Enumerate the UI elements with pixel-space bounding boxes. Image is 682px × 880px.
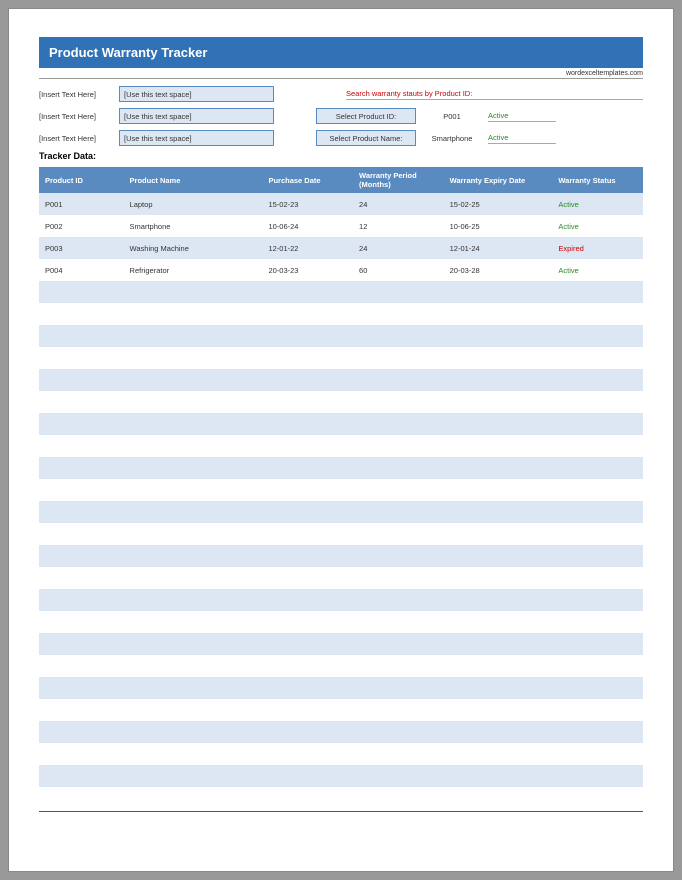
cell-product-id: P004 [39, 259, 124, 281]
cell-product-id: P001 [39, 193, 124, 215]
meta-row-2: [Insert Text Here] [Use this text space]… [39, 107, 643, 125]
cell-warranty-period: 60 [353, 259, 444, 281]
selected-product-name: Smartphone [416, 134, 488, 143]
table-row-empty [39, 743, 643, 765]
col-expiry-date: Warranty Expiry Date [444, 167, 553, 193]
cell-product-name: Laptop [124, 193, 263, 215]
status-product-id: Active [488, 111, 556, 122]
cell-purchase-date: 10-06-24 [262, 215, 353, 237]
table-body: P001Laptop15-02-232415-02-25ActiveP002Sm… [39, 193, 643, 809]
footer-divider [39, 811, 643, 812]
table-row-empty [39, 413, 643, 435]
table-row-empty [39, 633, 643, 655]
table-row-empty [39, 369, 643, 391]
table-row: P001Laptop15-02-232415-02-25Active [39, 193, 643, 215]
cell-warranty-status: Expired [552, 237, 643, 259]
col-purchase-date: Purchase Date [262, 167, 353, 193]
table-row: P002Smartphone10-06-241210-06-25Active [39, 215, 643, 237]
table-row-empty [39, 523, 643, 545]
table-header-row: Product ID Product Name Purchase Date Wa… [39, 167, 643, 193]
cell-product-id: P002 [39, 215, 124, 237]
col-product-name: Product Name [124, 167, 263, 193]
table-row-empty [39, 479, 643, 501]
table-row-empty [39, 501, 643, 523]
table-row-empty [39, 303, 643, 325]
page-title: Product Warranty Tracker [39, 37, 643, 68]
attribution-link[interactable]: wordexceltemplates.com [39, 68, 643, 79]
search-header: Search warranty stauts by Product ID: [346, 89, 643, 100]
status-product-name: Active [488, 133, 556, 144]
meta-input-1[interactable]: [Use this text space] [119, 86, 274, 102]
cell-expiry-date: 20-03-28 [444, 259, 553, 281]
warranty-table: Product ID Product Name Purchase Date Wa… [39, 167, 643, 809]
cell-product-name: Refrigerator [124, 259, 263, 281]
table-row-empty [39, 567, 643, 589]
cell-product-name: Smartphone [124, 215, 263, 237]
meta-label: [Insert Text Here] [39, 112, 119, 121]
table-row-empty [39, 347, 643, 369]
meta-label: [Insert Text Here] [39, 134, 119, 143]
cell-purchase-date: 20-03-23 [262, 259, 353, 281]
meta-input-2[interactable]: [Use this text space] [119, 108, 274, 124]
table-row: P004Refrigerator20-03-236020-03-28Active [39, 259, 643, 281]
table-row-empty [39, 699, 643, 721]
cell-product-id: P003 [39, 237, 124, 259]
col-warranty-period: Warranty Period (Months) [353, 167, 444, 193]
cell-warranty-period: 24 [353, 237, 444, 259]
cell-warranty-period: 24 [353, 193, 444, 215]
cell-product-name: Washing Machine [124, 237, 263, 259]
tracker-data-heading: Tracker Data: [39, 151, 643, 161]
meta-row-3: [Insert Text Here] [Use this text space]… [39, 129, 643, 147]
col-warranty-status: Warranty Status [552, 167, 643, 193]
table-row-empty [39, 677, 643, 699]
table-row-empty [39, 281, 643, 303]
cell-purchase-date: 15-02-23 [262, 193, 353, 215]
table-row-empty [39, 611, 643, 633]
selected-product-id: P001 [416, 112, 488, 121]
table-row-empty [39, 325, 643, 347]
table-row-empty [39, 787, 643, 809]
cell-warranty-period: 12 [353, 215, 444, 237]
table-row: P003Washing Machine12-01-222412-01-24Exp… [39, 237, 643, 259]
table-row-empty [39, 391, 643, 413]
meta-input-3[interactable]: [Use this text space] [119, 130, 274, 146]
meta-row-1: [Insert Text Here] [Use this text space]… [39, 85, 643, 103]
cell-warranty-status: Active [552, 193, 643, 215]
cell-expiry-date: 12-01-24 [444, 237, 553, 259]
meta-label: [Insert Text Here] [39, 90, 119, 99]
table-row-empty [39, 457, 643, 479]
table-row-empty [39, 765, 643, 787]
col-product-id: Product ID [39, 167, 124, 193]
cell-expiry-date: 15-02-25 [444, 193, 553, 215]
cell-warranty-status: Active [552, 259, 643, 281]
table-row-empty [39, 721, 643, 743]
cell-warranty-status: Active [552, 215, 643, 237]
table-row-empty [39, 589, 643, 611]
cell-purchase-date: 12-01-22 [262, 237, 353, 259]
select-product-name-label[interactable]: Select Product Name: [316, 130, 416, 146]
table-row-empty [39, 545, 643, 567]
table-row-empty [39, 435, 643, 457]
cell-expiry-date: 10-06-25 [444, 215, 553, 237]
table-row-empty [39, 655, 643, 677]
select-product-id-label[interactable]: Select Product ID: [316, 108, 416, 124]
document-page: Product Warranty Tracker wordexceltempla… [8, 8, 674, 872]
